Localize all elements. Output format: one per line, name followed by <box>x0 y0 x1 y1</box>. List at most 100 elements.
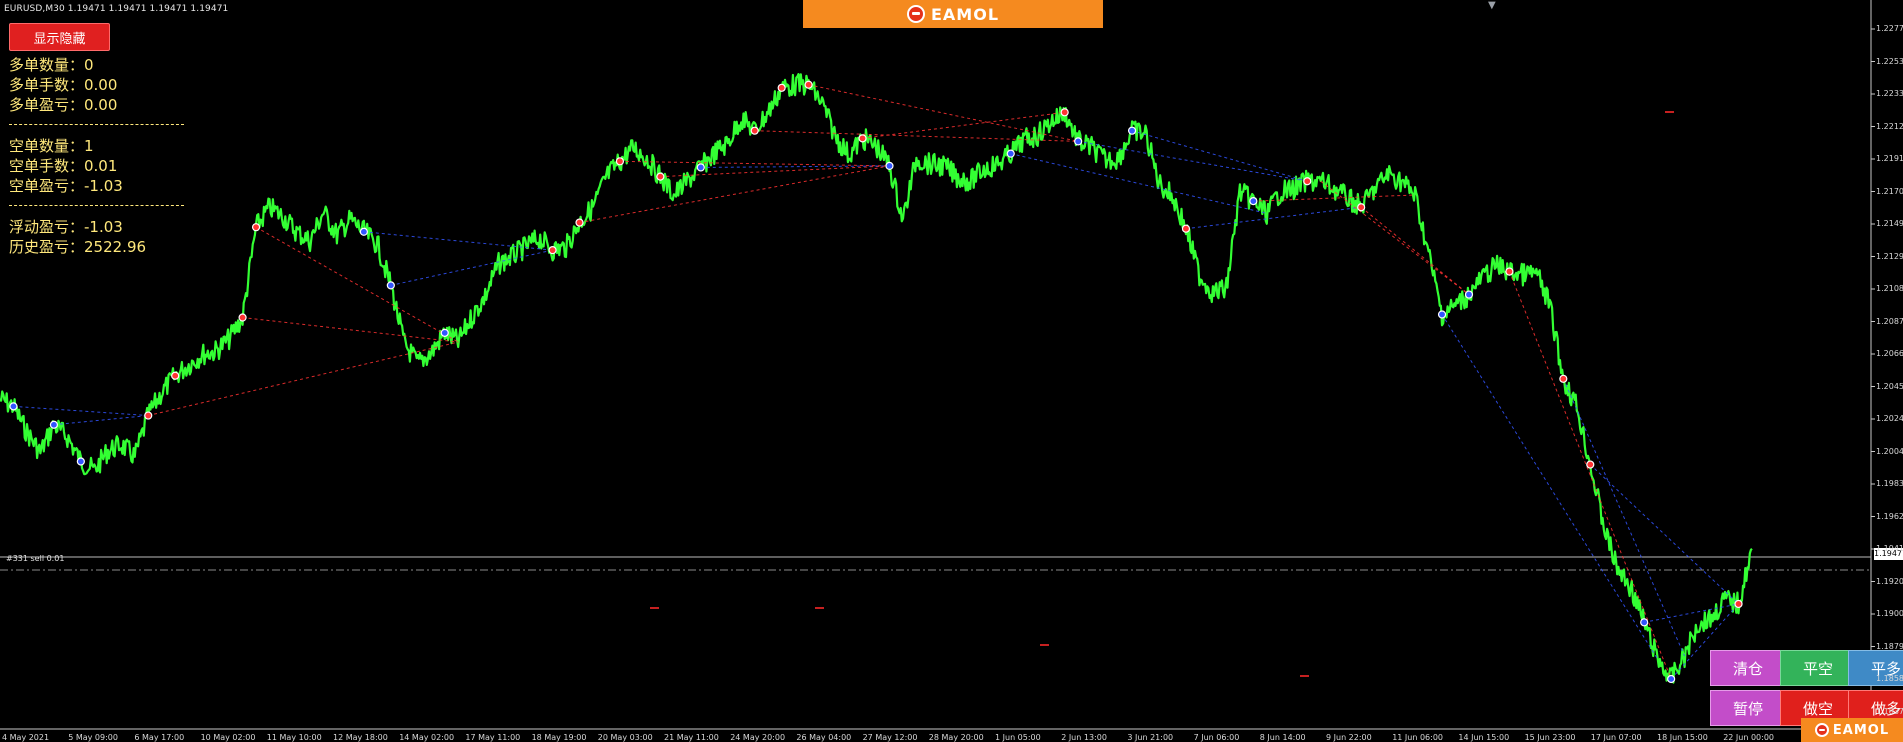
price-tick-label: 1.18585 <box>1876 674 1903 683</box>
trade-marker <box>440 328 449 337</box>
time-tick-label: 27 May 12:00 <box>862 733 918 742</box>
time-tick-label: 9 Jun 22:00 <box>1326 733 1372 742</box>
trade-marker <box>1437 310 1447 319</box>
trade-marker <box>9 402 18 411</box>
long-lots: 多单手数：0.00 <box>9 76 118 94</box>
trade-link <box>390 249 553 286</box>
trade-link <box>148 341 459 417</box>
trade-marker <box>144 411 153 420</box>
price-tick-label: 1.22535 <box>1876 56 1903 66</box>
close-all-button[interactable]: 清仓 <box>1710 650 1786 686</box>
trade-link <box>700 165 890 168</box>
trade-marker <box>251 223 261 232</box>
price-chart-svg <box>0 0 1875 742</box>
price-tick-label: 1.19415 <box>1876 544 1903 553</box>
position-stats-panel: 多单数量：0 多单手数：0.00 多单盈亏：0.00 空单数量：1 空单手数：0… <box>9 55 184 257</box>
long-pnl: 多单盈亏：0.00 <box>9 96 118 114</box>
trade-link <box>1562 378 1686 657</box>
history-pnl: 历史盈亏：2522.96 <box>9 238 147 256</box>
short-lots: 空单手数：0.01 <box>9 157 118 175</box>
trade-link <box>579 165 890 224</box>
trade-marker <box>575 218 584 227</box>
trading-chart[interactable]: EURUSD,M30 1.19471 1.19471 1.19471 1.194… <box>0 0 1903 742</box>
time-tick-label: 14 May 02:00 <box>399 733 455 742</box>
time-tick-label: 17 Jun 07:00 <box>1590 733 1642 742</box>
time-tick-label: 11 Jun 06:00 <box>1392 733 1444 742</box>
trade-marker <box>885 161 894 171</box>
divider <box>9 205 184 207</box>
time-tick-label: 18 May 19:00 <box>531 733 587 742</box>
trade-marker <box>1640 618 1649 627</box>
trade-link <box>242 317 459 343</box>
trade-marker <box>1074 137 1083 146</box>
time-tick-label: 11 May 10:00 <box>266 733 322 742</box>
brand-footer: EAMOL <box>1801 718 1903 742</box>
trade-marker <box>615 157 625 166</box>
trade-link <box>1185 206 1362 230</box>
price-tick-label: 1.19625 <box>1876 511 1903 521</box>
trade-marker <box>1586 460 1595 469</box>
trade-link <box>1320 180 1470 295</box>
time-tick-label: 2 Jun 13:00 <box>1061 733 1107 742</box>
time-tick-label: 1 Jun 05:00 <box>995 733 1041 742</box>
trade-link <box>53 415 149 426</box>
trade-link <box>1360 206 1470 295</box>
show-hide-button[interactable]: 显示隐藏 <box>9 23 110 51</box>
time-tick-label: 28 May 20:00 <box>928 733 984 742</box>
trade-marker <box>359 227 368 236</box>
price-tick-label: 1.22770 <box>1876 24 1903 33</box>
trade-marker <box>386 281 395 290</box>
price-tick-label: 1.20455 <box>1876 381 1903 391</box>
trade-marker <box>1060 108 1069 117</box>
short-pnl: 空单盈亏：-1.03 <box>9 177 123 195</box>
brand-banner: EAMOL <box>803 0 1103 28</box>
price-tick-label: 1.20040 <box>1876 446 1903 456</box>
time-tick-label: 21 May 11:00 <box>664 733 719 742</box>
price-tick-label: 1.21910 <box>1876 154 1903 163</box>
brand-logo-icon <box>1814 723 1829 737</box>
time-tick-label: 26 May 04:00 <box>796 733 852 742</box>
time-tick-label: 10 May 02:00 <box>200 733 256 742</box>
trade-link <box>808 84 1079 142</box>
time-tick-label: 8 Jun 14:00 <box>1259 733 1306 742</box>
brand-name: EAMOL <box>930 4 1000 24</box>
close-short-button[interactable]: 平空 <box>1780 650 1856 686</box>
price-axis[interactable] <box>1871 0 1903 742</box>
long-count: 多单数量：0 <box>9 56 94 74</box>
price-tick-label: 1.20660 <box>1876 349 1903 358</box>
time-tick-label: 24 May 20:00 <box>730 733 786 742</box>
trade-marker <box>238 313 247 322</box>
price-tick-label: 1.20245 <box>1876 414 1903 423</box>
chart-dropdown-icon[interactable]: ▼ <box>1488 0 1496 11</box>
trade-marker <box>750 126 759 135</box>
price-tick-label: 1.19000 <box>1876 609 1903 618</box>
time-tick-label: 3 Jun 21:00 <box>1127 733 1174 742</box>
trade-marker <box>804 80 813 89</box>
trade-marker <box>858 134 867 143</box>
trade-marker <box>1559 374 1568 383</box>
trade-marker <box>1357 203 1366 212</box>
brand-footer-name: EAMOL <box>1832 722 1890 738</box>
floating-pnl: 浮动盈亏：-1.03 <box>9 218 123 236</box>
trade-marker <box>1464 290 1474 299</box>
price-line <box>0 73 1753 684</box>
time-tick-label: 22 Jun 00:00 <box>1723 733 1775 742</box>
price-tick-label: 1.21290 <box>1876 251 1903 261</box>
trade-link <box>1589 464 1739 605</box>
divider <box>9 124 184 126</box>
time-tick-label: 4 May 2021 <box>2 733 50 742</box>
time-tick-label: 20 May 03:00 <box>597 733 653 742</box>
trade-marker <box>171 371 180 380</box>
trade-marker <box>1006 149 1015 158</box>
order-line-label[interactable]: #331 sell 0.01 <box>6 554 64 563</box>
trade-link <box>1010 153 1267 214</box>
brand-logo-icon <box>906 5 925 23</box>
pause-button[interactable]: 暂停 <box>1710 690 1786 726</box>
trade-marker <box>777 83 786 92</box>
short-count: 空单数量：1 <box>9 137 94 155</box>
trade-marker <box>548 246 557 255</box>
trade-link <box>1441 314 1659 660</box>
price-tick-label: 1.21080 <box>1876 284 1903 293</box>
time-tick-label: 5 May 09:00 <box>68 733 118 742</box>
price-tick-label: 1.18790 <box>1876 641 1903 651</box>
